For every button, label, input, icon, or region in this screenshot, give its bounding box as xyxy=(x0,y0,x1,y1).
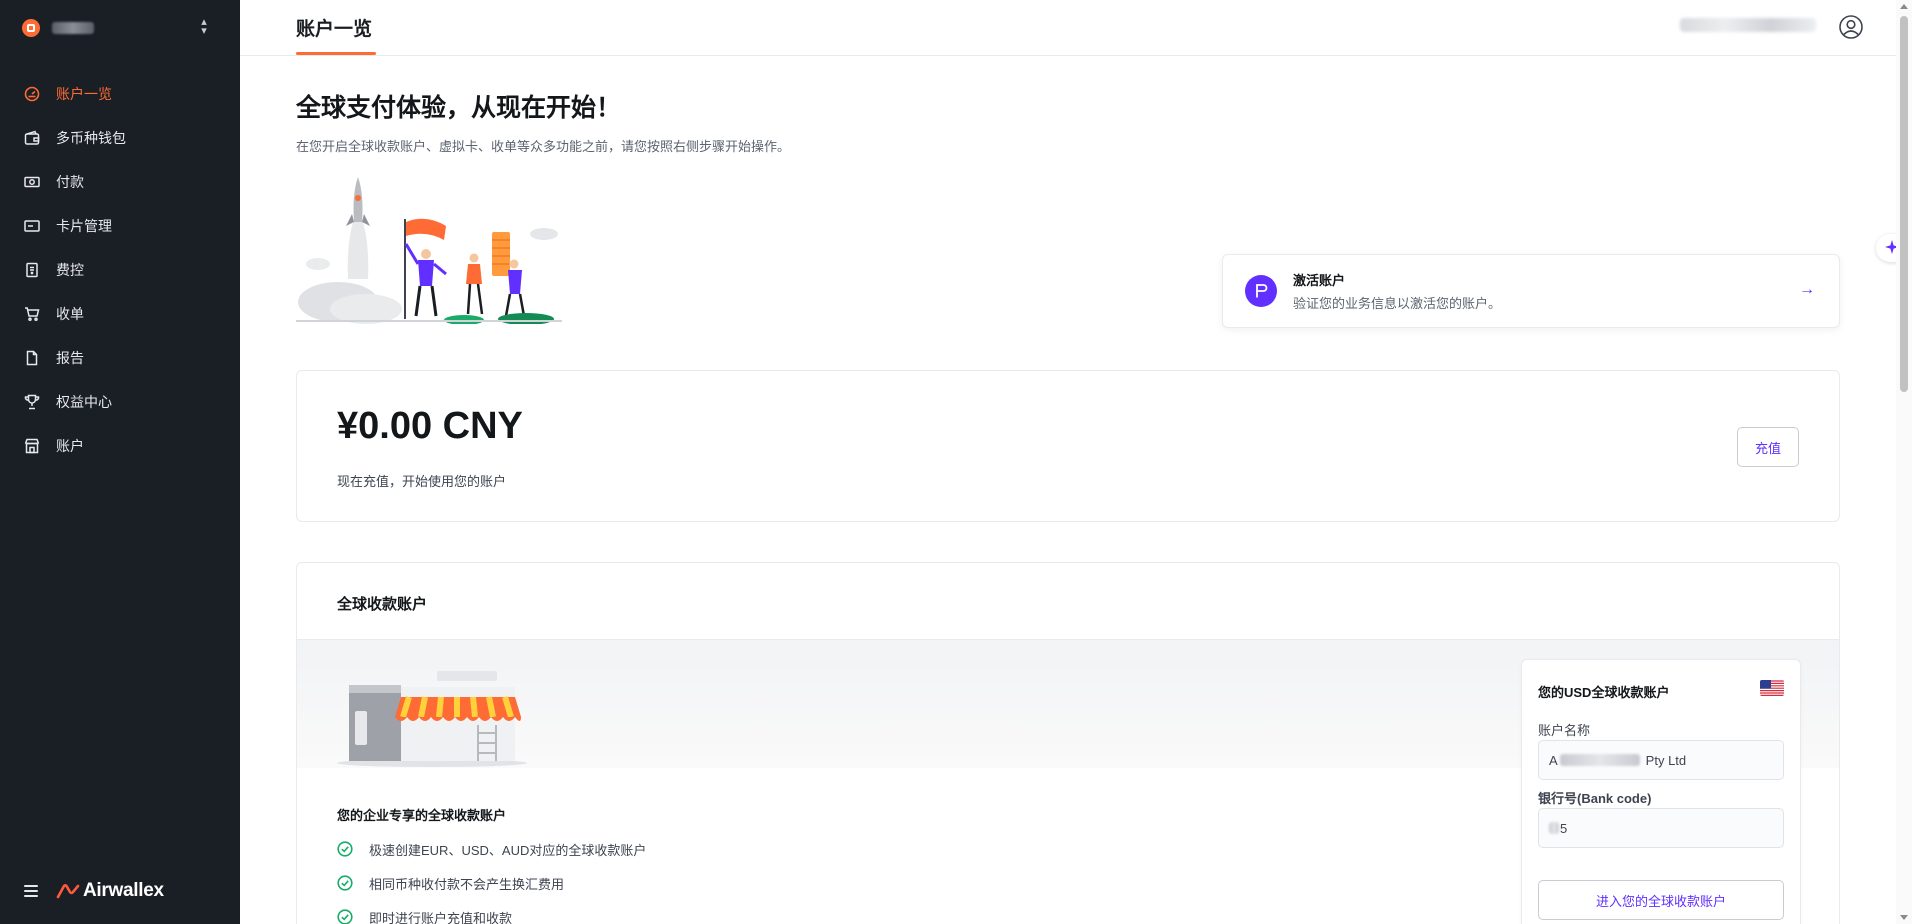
activate-text: 激活账户 验证您的业务信息以激活您的账户。 xyxy=(1293,270,1501,312)
app-window: ▴ ▾ 账户一览 多币种钱包 付款 卡片管理 费控 收单 报告 权益中心 账户 … xyxy=(0,0,1912,924)
cash-icon xyxy=(24,174,40,190)
tab-overview[interactable]: 账户一览 xyxy=(296,14,372,41)
sidebar-item-label: 收单 xyxy=(56,306,84,322)
sidebar-item-spend[interactable]: 费控 xyxy=(0,248,240,292)
page-subtitle: 在您开启全球收款账户、虚拟卡、收单等众多功能之前，请您按照右侧步骤开始操作。 xyxy=(296,139,791,154)
account-name-label: 账户名称 xyxy=(1538,723,1591,738)
scroll-down-arrow-icon[interactable] xyxy=(1900,915,1908,920)
feature-text: 即时进行账户充值和收款 xyxy=(369,910,513,924)
bank-code-label: 银行号(Bank code) xyxy=(1538,791,1652,806)
bank-code-field[interactable]: 5 xyxy=(1538,808,1784,848)
top-header: 账户一览 xyxy=(240,0,1896,56)
sidebar-item-label: 费控 xyxy=(56,262,84,278)
scrollbar-thumb[interactable] xyxy=(1900,16,1908,392)
scroll-up-arrow-icon[interactable] xyxy=(1900,4,1908,9)
sidebar-item-wallet[interactable]: 多币种钱包 xyxy=(0,116,240,160)
activate-description: 验证您的业务信息以激活您的账户。 xyxy=(1293,296,1502,311)
dashboard-gauge-icon xyxy=(24,86,40,102)
sidebar-item-label: 多币种钱包 xyxy=(56,130,126,146)
sidebar: ▴ ▾ 账户一览 多币种钱包 付款 卡片管理 费控 收单 报告 权益中心 账户 … xyxy=(0,0,240,924)
balance-amount: ¥0.00 CNY xyxy=(337,405,523,447)
page-scrollbar[interactable] xyxy=(1896,0,1912,924)
wallet-icon xyxy=(24,130,40,146)
usd-account-title: 您的USD全球收款账户 xyxy=(1538,685,1670,700)
sidebar-item-overview[interactable]: 账户一览 xyxy=(0,72,240,116)
account-name-suffix: Pty Ltd xyxy=(1645,752,1687,768)
activate-account-card[interactable]: 激活账户 验证您的业务信息以激活您的账户。 → xyxy=(1222,254,1840,328)
check-circle-icon xyxy=(337,841,353,857)
global-account-heading: 您的企业专享的全球收款账户 xyxy=(337,808,507,823)
sidebar-item-label: 卡片管理 xyxy=(56,218,112,234)
sidebar-footer: Airwallex xyxy=(24,880,164,902)
store-icon xyxy=(24,438,40,454)
cart-icon xyxy=(24,306,40,322)
chevron-up-down-icon[interactable]: ▴ ▾ xyxy=(196,17,212,38)
balance-subtitle: 现在充值，开始使用您的账户 xyxy=(337,474,507,489)
enter-global-account-button[interactable]: 进入您的全球收款账户 xyxy=(1538,880,1784,920)
sidebar-item-label: 账户 xyxy=(56,438,84,454)
arrow-right-icon[interactable]: → xyxy=(1799,281,1815,299)
sidebar-item-label: 报告 xyxy=(56,350,84,366)
document-icon xyxy=(24,350,40,366)
sidebar-nav: 账户一览 多币种钱包 付款 卡片管理 费控 收单 报告 权益中心 账户 xyxy=(0,72,240,468)
sidebar-item-label: 付款 xyxy=(56,174,84,190)
redacted-text xyxy=(1549,822,1559,834)
bank-code-tail: 5 xyxy=(1560,820,1568,836)
us-flag-icon xyxy=(1760,680,1784,696)
briefcase-icon xyxy=(22,19,40,37)
redacted-text xyxy=(1559,754,1640,766)
feature-text: 相同币种收付款不会产生换汇费用 xyxy=(369,876,565,892)
org-switcher[interactable]: ▴ ▾ xyxy=(22,16,212,40)
card-icon xyxy=(24,218,40,234)
feature-item: 即时进行账户充值和收款 xyxy=(337,907,512,924)
sidebar-item-cards[interactable]: 卡片管理 xyxy=(0,204,240,248)
sidebar-item-label: 权益中心 xyxy=(56,394,112,410)
flag-icon xyxy=(1245,275,1277,307)
airwallex-logo-icon xyxy=(56,883,80,899)
rocket-launch-illustration xyxy=(296,177,562,324)
global-account-title: 全球收款账户 xyxy=(337,596,428,613)
sidebar-item-rewards[interactable]: 权益中心 xyxy=(0,380,240,424)
trophy-icon xyxy=(24,394,40,410)
hamburger-menu-icon[interactable] xyxy=(24,885,38,897)
org-name xyxy=(52,22,94,34)
activate-title: 激活账户 xyxy=(1293,273,1346,288)
user-profile-icon[interactable] xyxy=(1838,14,1864,40)
receipt-icon xyxy=(24,262,40,278)
main-content: 全球支付体验，从现在开始！ 在您开启全球收款账户、虚拟卡、收单等众多功能之前，请… xyxy=(296,56,1840,924)
storefront-illustration xyxy=(337,671,527,767)
brand-name: Airwallex xyxy=(83,880,164,901)
sidebar-item-reports[interactable]: 报告 xyxy=(0,336,240,380)
top-up-button[interactable]: 充值 xyxy=(1737,427,1799,467)
feature-item: 极速创建EUR、USD、AUD对应的全球收款账户 xyxy=(337,839,646,859)
sidebar-item-acquiring[interactable]: 收单 xyxy=(0,292,240,336)
brand-logo: Airwallex xyxy=(56,880,164,902)
global-account-card: 全球收款账户 您的企业专享的全球收款账户 极速创建EUR、USD、AUD对应的全 xyxy=(296,562,1840,924)
feature-text: 极速创建EUR、USD、AUD对应的全球收款账户 xyxy=(369,842,647,858)
feature-item: 相同币种收付款不会产生换汇费用 xyxy=(337,873,564,893)
account-name-field[interactable]: A Pty Ltd xyxy=(1538,740,1784,780)
sidebar-item-label: 账户一览 xyxy=(56,86,112,102)
page-title: 全球支付体验，从现在开始！ xyxy=(296,94,622,122)
check-circle-icon xyxy=(337,875,353,891)
sidebar-item-account[interactable]: 账户 xyxy=(0,424,240,468)
balance-card: ¥0.00 CNY 现在充值，开始使用您的账户 充值 xyxy=(296,370,1840,522)
check-circle-icon xyxy=(337,909,353,924)
usd-account-panel: 您的USD全球收款账户 账户名称 A Pty Ltd 银行号(Bank code… xyxy=(1521,659,1801,924)
account-name-prefix: A xyxy=(1549,752,1558,768)
sidebar-item-payments[interactable]: 付款 xyxy=(0,160,240,204)
active-tab-indicator xyxy=(296,52,376,55)
user-name[interactable] xyxy=(1680,18,1816,32)
